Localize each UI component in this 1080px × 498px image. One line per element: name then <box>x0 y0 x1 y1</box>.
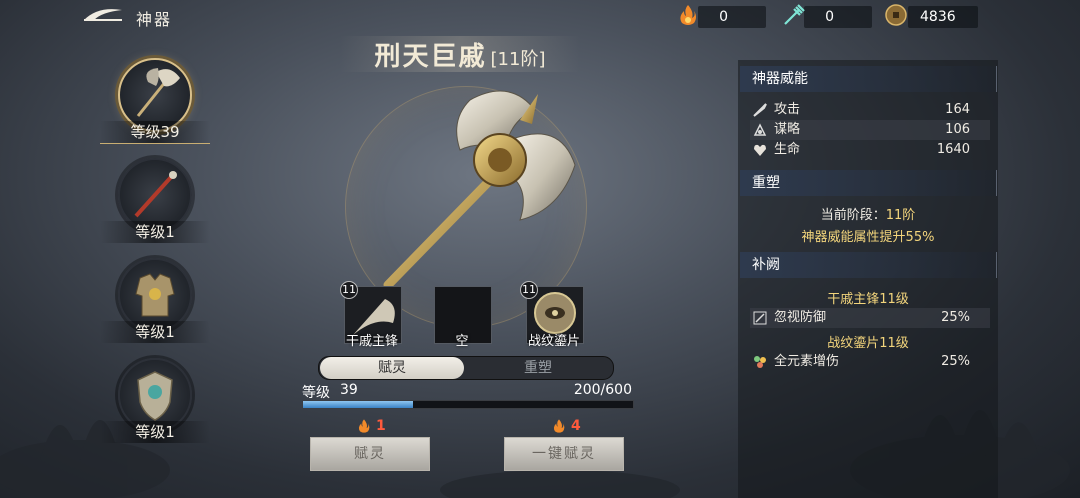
supplement-group-name: 干戚主锋11级 <box>827 292 909 307</box>
supplement-effect-row: 忽视防御 25% <box>750 308 990 328</box>
weapon-name: 刑天巨戚 <box>374 42 487 72</box>
section-power-title: 神器威能 <box>740 66 997 92</box>
exp-progress-fill <box>303 401 413 408</box>
level-label: 等级 <box>302 385 330 401</box>
battle-axe-icon <box>136 68 180 117</box>
tab-chongsu[interactable]: 重塑 <box>466 357 610 379</box>
one-key-fuling-cost: 4 <box>571 418 581 434</box>
flame-icon <box>680 5 696 25</box>
weapon-stage: [11阶] <box>490 49 546 70</box>
trident-icon <box>784 4 805 25</box>
flame-resource: 0 <box>698 6 766 28</box>
stat-row-life: 生命 1640 <box>750 140 990 160</box>
stat-row-strategy: 谋略 106 <box>750 120 990 140</box>
exp-progress-text: 200/600 <box>573 382 632 398</box>
gem-level-badge: 11 <box>340 281 358 299</box>
armor-icon <box>135 273 175 317</box>
supplement-group-name: 战纹鎏片11级 <box>827 336 909 351</box>
reforge-stage-line: 当前阶段：11阶 <box>820 208 916 223</box>
strategy-icon <box>753 123 767 136</box>
weapon-title: 刑天巨戚 [11阶] <box>340 36 580 72</box>
stat-row-attack: 攻击 164 <box>750 100 990 120</box>
elements-icon <box>754 356 766 368</box>
pierce-icon <box>753 311 767 325</box>
shield-icon <box>137 371 173 421</box>
sword-icon <box>753 103 767 117</box>
tab-fuling[interactable]: 赋灵 <box>320 357 464 379</box>
heart-icon <box>754 144 766 156</box>
coin-icon <box>885 4 907 26</box>
level-value: 39 <box>340 382 358 398</box>
artifact-level-staff: 等级1 <box>100 221 210 243</box>
trident-resource: 0 <box>804 6 872 28</box>
gem-label: 空 <box>455 334 469 349</box>
coin-resource: 4836 <box>908 6 978 28</box>
supplement-effect-row: 全元素增伤 25% <box>750 352 990 372</box>
back-arrow-icon[interactable] <box>80 6 124 26</box>
gem-level-badge: 11 <box>520 281 538 299</box>
gem-label: 战纹鎏片 <box>527 334 580 349</box>
flame-cost-icon <box>553 419 565 433</box>
artifact-level-shield: 等级1 <box>100 421 210 443</box>
fuling-button[interactable]: 赋灵 <box>310 437 430 471</box>
artifact-level-armor: 等级1 <box>100 321 210 343</box>
one-key-fuling-button[interactable]: 一键赋灵 <box>504 437 624 471</box>
red-staff-icon <box>134 171 177 218</box>
gem-label: 干戚主锋 <box>345 334 398 349</box>
fuling-cost: 1 <box>376 418 386 434</box>
flame-cost-icon <box>358 419 370 433</box>
artifact-level-axe: 等级39 <box>100 121 210 144</box>
page-title: 神器 <box>136 10 173 29</box>
section-reforge-title: 重塑 <box>740 170 997 196</box>
section-supplement-title: 补阙 <box>740 252 997 278</box>
reforge-bonus: 神器威能属性提升55% <box>801 230 935 245</box>
weapon-axe-illustration <box>383 90 576 290</box>
